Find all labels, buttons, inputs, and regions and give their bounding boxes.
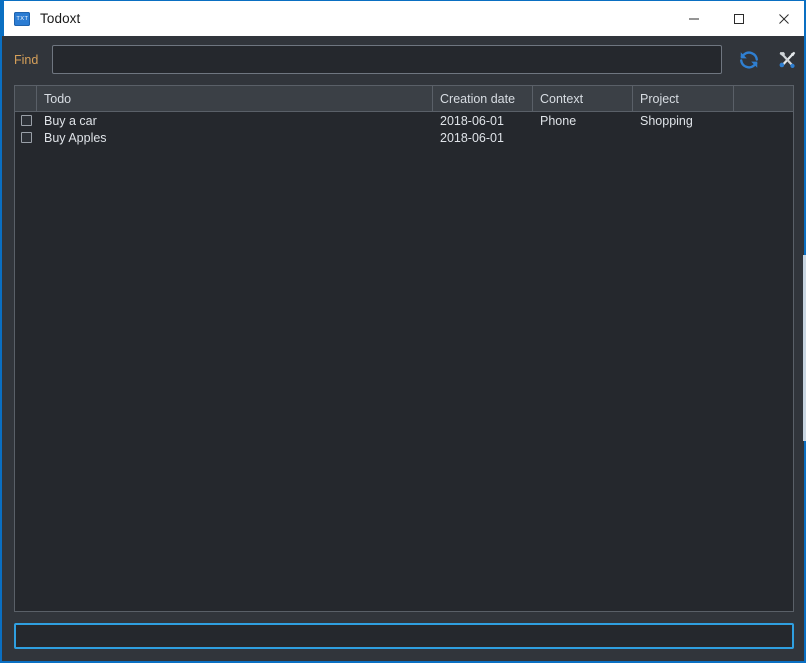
column-header-spacer [734,86,793,111]
refresh-button[interactable] [734,45,764,75]
table-header-row: Todo Creation date Context Project [15,86,793,112]
search-input[interactable] [52,45,722,74]
minimize-button[interactable] [671,1,716,36]
cell-project: Shopping [640,113,693,128]
cell-context: Phone [540,113,577,128]
find-label: Find [14,52,39,67]
column-header-select[interactable] [15,86,37,111]
settings-button[interactable] [772,45,802,75]
maximize-button[interactable] [716,1,761,36]
minimize-icon [688,18,699,19]
table-row[interactable]: Buy Apples 2018-06-01 [15,129,793,146]
txt-file-icon: TXT [14,11,30,26]
row-checkbox-cell[interactable] [15,115,37,126]
row-checkbox-cell[interactable] [15,132,37,143]
app-icon-label: TXT [15,15,29,22]
column-header-creation-date[interactable]: Creation date [433,86,533,111]
table-row[interactable]: Buy a car 2018-06-01 Phone Shopping [15,112,793,129]
cell-creation-date: 2018-06-01 [440,113,504,128]
tools-icon [779,51,796,68]
title-bar: TXT Todoxt [2,0,804,36]
checkbox-icon[interactable] [20,132,32,143]
close-icon [778,13,789,24]
window-controls [671,1,804,36]
find-bar: Find [4,36,804,83]
column-header-project[interactable]: Project [633,86,734,111]
close-button[interactable] [761,1,804,36]
cell-todo: Buy Apples [44,130,107,145]
column-header-context[interactable]: Context [533,86,633,111]
column-header-todo[interactable]: Todo [37,86,433,111]
table-body: Buy a car 2018-06-01 Phone Shopping Buy … [15,112,793,146]
cell-todo: Buy a car [44,113,97,128]
new-todo-input[interactable] [14,623,794,649]
checkbox-icon[interactable] [20,115,32,126]
maximize-icon [733,13,744,24]
todo-table: Todo Creation date Context Project Buy a… [14,85,794,612]
cell-creation-date: 2018-06-01 [440,130,504,145]
refresh-icon [740,51,758,68]
window-title: Todoxt [40,11,81,26]
app-window: TXT Todoxt Find Todo Creation date Conte… [0,0,806,663]
